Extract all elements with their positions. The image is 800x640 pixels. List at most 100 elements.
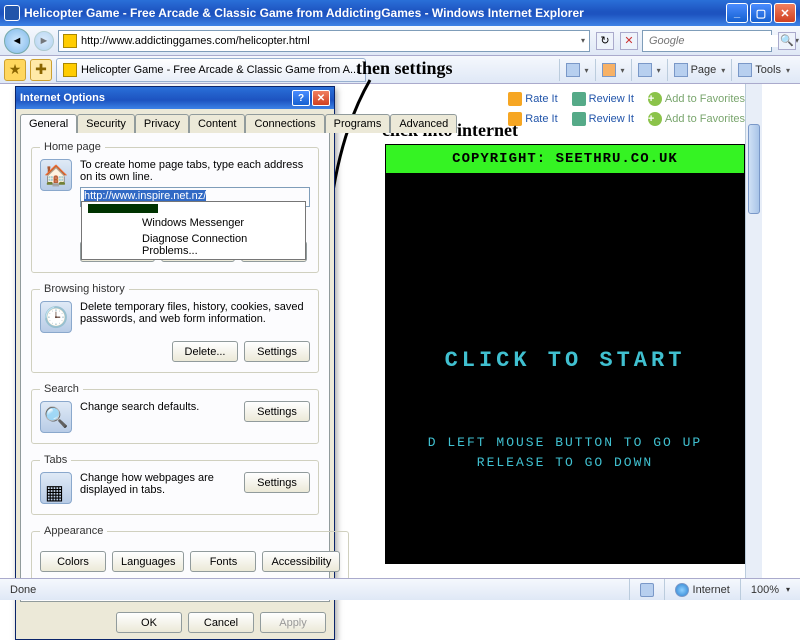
fonts-button[interactable]: Fonts [190, 551, 256, 572]
search-settings-button[interactable]: Settings [244, 401, 310, 422]
autocomplete-dropdown[interactable]: Windows Messenger Diagnose Connection Pr… [81, 201, 306, 260]
refresh-button[interactable]: ↻ [596, 32, 614, 50]
tab-connections[interactable]: Connections [245, 114, 324, 133]
address-input[interactable] [81, 35, 581, 47]
feeds-button[interactable] [595, 59, 631, 81]
add-favorites-link-2[interactable]: +Add to Favorites [648, 112, 745, 126]
window-titlebar: Helicopter Game - Free Arcade & Classic … [0, 0, 800, 26]
address-bar[interactable]: ▾ [58, 30, 590, 52]
homepage-legend: Home page [40, 141, 105, 153]
back-button[interactable]: ◄ [4, 28, 30, 54]
stop-button[interactable]: ✕ [620, 32, 638, 50]
tools-label: Tools [755, 64, 781, 76]
suggest-item-2[interactable]: Diagnose Connection Problems... [82, 231, 305, 259]
home-group-icon [40, 159, 72, 191]
tab-favicon [63, 63, 77, 77]
tools-menu[interactable]: Tools [731, 59, 796, 81]
tab-general[interactable]: General [20, 114, 77, 133]
tab-label: Helicopter Game - Free Arcade & Classic … [81, 64, 359, 76]
tab-privacy[interactable]: Privacy [135, 114, 189, 133]
review-icon [572, 92, 586, 106]
languages-button[interactable]: Languages [112, 551, 184, 572]
dialog-help-button[interactable]: ? [292, 90, 310, 106]
page-actions: Rate It Review It +Add to Favorites Rate… [508, 92, 745, 126]
search-box[interactable]: ▾ [642, 30, 772, 52]
tabs-settings-button[interactable]: Settings [244, 472, 310, 493]
print-button[interactable] [631, 59, 667, 81]
dialog-titlebar[interactable]: Internet Options ? ✕ [16, 87, 334, 109]
minimize-button[interactable]: _ [726, 3, 748, 23]
history-settings-button[interactable]: Settings [244, 341, 310, 362]
accessibility-button[interactable]: Accessibility [262, 551, 340, 572]
print-icon [638, 63, 652, 77]
tabs-group-icon [40, 472, 72, 504]
dialog-title: Internet Options [20, 92, 290, 104]
site-favicon [63, 34, 77, 48]
address-dropdown-icon[interactable]: ▾ [581, 36, 585, 45]
page-menu[interactable]: Page [667, 59, 732, 81]
rate-link[interactable]: Rate It [508, 92, 557, 106]
search-group-icon [40, 401, 72, 433]
favorites-button[interactable]: ★ [4, 59, 26, 81]
internet-options-dialog: Internet Options ? ✕ General Security Pr… [15, 86, 335, 640]
game-copyright: COPYRIGHT: SEETHRU.CO.UK [386, 145, 744, 173]
status-protected-mode [629, 579, 664, 600]
rss-icon [602, 63, 616, 77]
page-label: Page [691, 64, 717, 76]
suggest-item-1[interactable]: Windows Messenger [82, 215, 305, 231]
ok-button[interactable]: OK [116, 612, 182, 633]
status-text: Done [0, 579, 629, 600]
page-icon [674, 63, 688, 77]
tab-programs[interactable]: Programs [325, 114, 391, 133]
cancel-button[interactable]: Cancel [188, 612, 254, 633]
plus-icon: + [648, 112, 662, 126]
window-close-button[interactable]: ✕ [774, 3, 796, 23]
app-icon [4, 5, 20, 21]
status-zone[interactable]: Internet [664, 579, 740, 600]
game-start-text: CLICK TO START [386, 348, 744, 373]
rate-icon [508, 92, 522, 106]
history-group: Browsing history Delete temporary files,… [31, 283, 319, 373]
history-legend: Browsing history [40, 283, 129, 295]
status-zoom[interactable]: 100%▾ [740, 579, 800, 600]
home-button[interactable] [559, 59, 595, 81]
appearance-group: Appearance Colors Languages Fonts Access… [31, 525, 349, 583]
tabs-group: Tabs Change how webpages are displayed i… [31, 454, 319, 515]
browser-tab[interactable]: Helicopter Game - Free Arcade & Classic … [56, 58, 366, 82]
maximize-button[interactable]: ▢ [750, 3, 772, 23]
add-favorite-button[interactable]: ✚ [30, 59, 52, 81]
homepage-group: Home page To create home page tabs, type… [31, 141, 319, 273]
review-link[interactable]: Review It [572, 92, 634, 106]
tools-icon [738, 63, 752, 77]
history-desc: Delete temporary files, history, cookies… [80, 301, 310, 325]
game-instructions: D LEFT MOUSE BUTTON TO GO UP RELEASE TO … [386, 433, 744, 473]
apply-button[interactable]: Apply [260, 612, 326, 633]
search-legend: Search [40, 383, 83, 395]
tabs-desc: Change how webpages are displayed in tab… [80, 472, 236, 496]
colors-button[interactable]: Colors [40, 551, 106, 572]
game-frame[interactable]: COPYRIGHT: SEETHRU.CO.UK CLICK TO START … [385, 144, 745, 564]
search-desc: Change search defaults. [80, 401, 236, 413]
tab-security[interactable]: Security [77, 114, 135, 133]
nav-toolbar: ◄ ► ▾ ↻ ✕ ▾ 🔍 [0, 26, 800, 56]
vertical-scrollbar[interactable] [745, 84, 762, 578]
dialog-footer: OK Cancel Apply [16, 606, 334, 639]
review-link-2[interactable]: Review It [572, 112, 634, 126]
add-favorites-link[interactable]: +Add to Favorites [648, 92, 745, 106]
dialog-close-button[interactable]: ✕ [312, 90, 330, 106]
search-input[interactable] [649, 35, 792, 47]
scrollbar-thumb[interactable] [748, 124, 760, 214]
window-title: Helicopter Game - Free Arcade & Classic … [24, 6, 724, 20]
plus-icon: + [648, 92, 662, 106]
status-bar: Done Internet 100%▾ [0, 578, 800, 600]
tabs-legend: Tabs [40, 454, 71, 466]
dialog-body: Home page To create home page tabs, type… [20, 132, 330, 602]
history-group-icon [40, 301, 72, 333]
appearance-legend: Appearance [40, 525, 107, 537]
tab-content[interactable]: Content [189, 114, 246, 133]
dialog-tabs: General Security Privacy Content Connect… [16, 109, 334, 132]
search-go-button[interactable]: 🔍 [778, 32, 796, 50]
tab-advanced[interactable]: Advanced [390, 114, 457, 133]
delete-history-button[interactable]: Delete... [172, 341, 238, 362]
forward-button[interactable]: ► [34, 31, 54, 51]
